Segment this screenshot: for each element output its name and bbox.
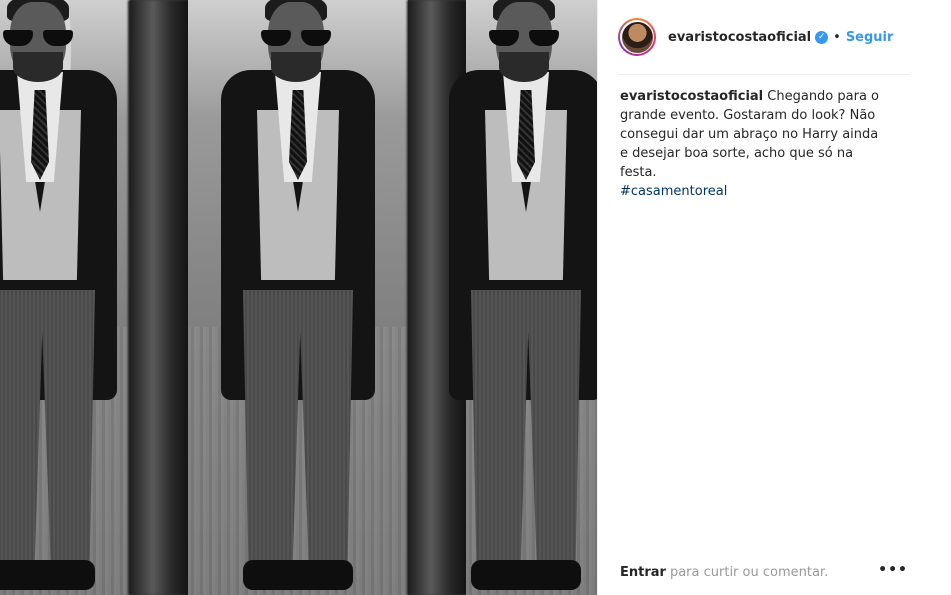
- post-caption: evaristocostaoficial Chegando para o gra…: [620, 87, 880, 201]
- header-divider: [618, 74, 910, 75]
- separator-dot: •: [833, 29, 841, 45]
- footer-prompt: para curtir ou comentar.: [669, 564, 829, 580]
- username-link[interactable]: evaristocostaoficial: [668, 30, 811, 45]
- post-header: evaristocostaoficial ✓ • Seguir: [618, 14, 918, 60]
- man-in-morning-suit-figure: [0, 0, 125, 595]
- post-footer: Entrar para curtir ou comentar.: [620, 562, 910, 582]
- verified-badge-icon: ✓: [815, 30, 829, 44]
- photo-panel-left: [0, 0, 130, 595]
- avatar[interactable]: [618, 18, 656, 56]
- more-options-icon[interactable]: •••: [878, 562, 908, 578]
- login-link[interactable]: Entrar: [620, 565, 666, 580]
- post-sidebar: evaristocostaoficial ✓ • Seguir evaristo…: [597, 0, 951, 595]
- man-in-morning-suit-figure: [441, 0, 597, 595]
- man-in-morning-suit-figure: [213, 0, 383, 595]
- follow-button[interactable]: Seguir: [846, 30, 894, 45]
- avatar-photo: [621, 21, 653, 53]
- blurred-pole-left: [128, 0, 190, 595]
- caption-username-link[interactable]: evaristocostaoficial: [620, 89, 763, 104]
- photo-panel-right: [449, 0, 597, 595]
- hashtag-link[interactable]: #casamentoreal: [620, 182, 880, 201]
- photo-panel-center: [188, 0, 408, 595]
- post-image[interactable]: [0, 0, 597, 595]
